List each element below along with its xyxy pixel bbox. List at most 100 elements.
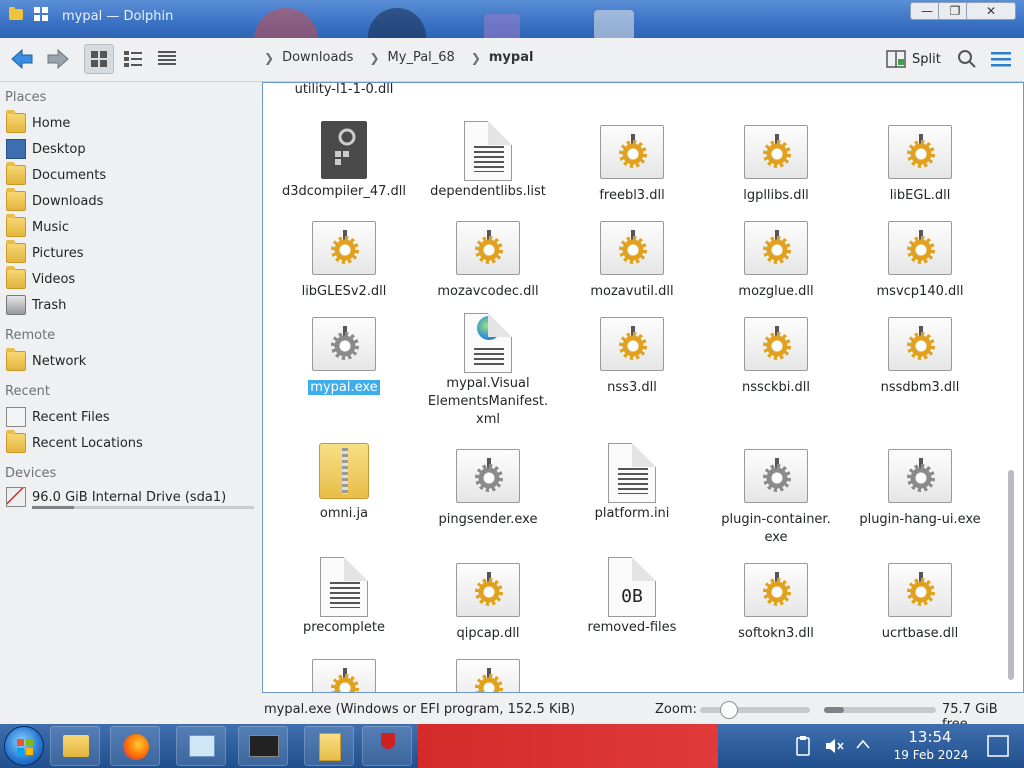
executable-icon bbox=[456, 449, 520, 503]
file-item[interactable]: msvcp140.dll bbox=[855, 221, 985, 301]
xml-document-icon bbox=[464, 313, 512, 373]
folder-icon bbox=[63, 735, 89, 757]
clock-time[interactable]: 13:54 bbox=[900, 728, 960, 746]
icons-view-button[interactable] bbox=[84, 44, 114, 74]
videos-folder-icon bbox=[6, 266, 26, 289]
volume-muted-icon[interactable] bbox=[824, 736, 844, 756]
breadcrumb-downloads[interactable]: Downloads bbox=[282, 50, 353, 65]
show-desktop-icon[interactable] bbox=[986, 734, 1010, 758]
search-button[interactable] bbox=[952, 44, 982, 74]
breadcrumb-mypal[interactable]: mypal bbox=[489, 50, 534, 65]
file-item[interactable] bbox=[423, 659, 553, 692]
taskbar-terminal[interactable] bbox=[238, 726, 288, 766]
chevron-up-icon[interactable] bbox=[856, 738, 870, 750]
sidebar-item-trash[interactable]: Trash bbox=[6, 293, 256, 317]
file-item[interactable]: utility-l1-1-0.dll bbox=[279, 83, 409, 99]
file-item[interactable]: mypal.Visual ElementsManifest. xml bbox=[423, 313, 553, 429]
back-button[interactable] bbox=[8, 44, 38, 74]
file-item[interactable]: mozavcodec.dll bbox=[423, 221, 553, 301]
taskbar-archive-manager[interactable] bbox=[304, 726, 354, 766]
sidebar-item-documents[interactable]: Documents bbox=[6, 162, 256, 187]
vertical-scrollbar[interactable] bbox=[1006, 84, 1016, 690]
file-name: omni.ja bbox=[319, 506, 369, 521]
file-item[interactable]: lgpllibs.dll bbox=[711, 125, 841, 205]
file-item[interactable]: nssdbm3.dll bbox=[855, 317, 985, 397]
documents-folder-icon bbox=[6, 162, 26, 185]
scrollbar-thumb[interactable] bbox=[1008, 470, 1014, 680]
file-item[interactable]: mozavutil.dll bbox=[567, 221, 697, 301]
file-item[interactable]: pingsender.exe bbox=[423, 449, 553, 529]
free-space-fill bbox=[824, 707, 845, 713]
library-icon bbox=[312, 221, 376, 275]
zoom-slider[interactable] bbox=[700, 701, 810, 719]
taskbar: 13:54 19 Feb 2024 bbox=[0, 724, 1024, 768]
split-button[interactable]: Split bbox=[886, 46, 941, 72]
text-document-icon bbox=[320, 557, 368, 617]
hard-drive-icon bbox=[6, 487, 26, 507]
zoom-slider-handle[interactable] bbox=[720, 701, 738, 719]
details-view-button[interactable] bbox=[152, 44, 182, 74]
file-item[interactable]: precomplete bbox=[279, 557, 409, 637]
start-button[interactable] bbox=[4, 726, 44, 766]
file-view[interactable]: utility-l1-1-0.dll d3dcompiler_47.dll de… bbox=[262, 82, 1024, 693]
file-name: pingsender.exe bbox=[438, 512, 538, 527]
sidebar-item-home[interactable]: Home bbox=[6, 110, 256, 135]
file-item[interactable]: libEGL.dll bbox=[855, 125, 985, 205]
sidebar-item-downloads[interactable]: Downloads bbox=[6, 188, 256, 213]
compact-view-button[interactable] bbox=[118, 44, 148, 74]
close-button[interactable]: ✕ bbox=[966, 2, 1016, 20]
file-item[interactable]: freebl3.dll bbox=[567, 125, 697, 205]
drive-usage-fill bbox=[32, 506, 75, 509]
grid-icon[interactable] bbox=[34, 7, 48, 21]
taskbar-file-manager[interactable] bbox=[50, 726, 100, 766]
taskbar-control-panel[interactable] bbox=[176, 726, 226, 766]
file-item[interactable]: nssckbi.dll bbox=[711, 317, 841, 397]
sidebar-item-recent-files[interactable]: Recent Files bbox=[6, 405, 256, 429]
file-name: libGLESv2.dll bbox=[301, 284, 387, 299]
taskbar-wine[interactable] bbox=[362, 726, 412, 766]
zoom-label: Zoom: bbox=[655, 702, 697, 717]
recent-locations-icon bbox=[6, 430, 26, 453]
menu-button[interactable] bbox=[986, 44, 1016, 74]
file-name: mypal.exe bbox=[308, 380, 380, 395]
file-name: ucrtbase.dll bbox=[881, 626, 959, 641]
section-devices: Devices bbox=[5, 466, 57, 481]
file-item[interactable]: libGLESv2.dll bbox=[279, 221, 409, 301]
file-item[interactable]: omni.ja bbox=[279, 443, 409, 523]
file-name: freebl3.dll bbox=[599, 188, 665, 203]
file-item[interactable]: platform.ini bbox=[567, 443, 697, 523]
compact-view-icon bbox=[124, 51, 142, 67]
dolphin-app-icon[interactable] bbox=[8, 6, 24, 22]
file-item[interactable]: ucrtbase.dll bbox=[855, 563, 985, 643]
file-name: plugin-container. exe bbox=[721, 512, 831, 545]
forward-button[interactable] bbox=[42, 44, 72, 74]
file-item[interactable]: nss3.dll bbox=[567, 317, 697, 397]
library-icon bbox=[888, 221, 952, 275]
file-item[interactable]: softokn3.dll bbox=[711, 563, 841, 643]
breadcrumb-my-pal-68[interactable]: My_Pal_68 bbox=[388, 50, 455, 65]
file-item[interactable]: qipcap.dll bbox=[423, 563, 553, 643]
sidebar-item-videos[interactable]: Videos bbox=[6, 266, 256, 291]
clock-date[interactable]: 19 Feb 2024 bbox=[882, 748, 980, 762]
file-item[interactable]: dependentlibs.list bbox=[423, 121, 553, 201]
sidebar-item-recent-locations[interactable]: Recent Locations bbox=[6, 430, 256, 455]
search-icon bbox=[958, 50, 976, 68]
taskbar-firefox[interactable] bbox=[110, 726, 160, 766]
file-name: softokn3.dll bbox=[738, 626, 814, 641]
sidebar-item-pictures[interactable]: Pictures bbox=[6, 240, 256, 265]
library-icon bbox=[744, 125, 808, 179]
sidebar-item-desktop[interactable]: Desktop bbox=[6, 137, 256, 161]
file-item[interactable]: d3dcompiler_47.dll bbox=[279, 121, 409, 201]
file-item[interactable]: plugin-hang-ui.exe bbox=[855, 449, 985, 529]
empty-file-icon: 0B bbox=[608, 557, 656, 617]
file-item[interactable]: plugin-container. exe bbox=[711, 449, 841, 547]
file-item[interactable]: 0B removed-files bbox=[567, 557, 697, 637]
sidebar-item-music[interactable]: Music bbox=[6, 214, 256, 239]
file-item[interactable]: mozglue.dll bbox=[711, 221, 841, 301]
file-item-selected[interactable]: mypal.exe bbox=[279, 317, 409, 397]
sidebar-item-network[interactable]: Network bbox=[6, 348, 256, 373]
clipboard-icon[interactable] bbox=[796, 736, 810, 756]
file-item[interactable] bbox=[279, 659, 409, 692]
library-icon bbox=[744, 563, 808, 617]
library-icon bbox=[744, 317, 808, 371]
